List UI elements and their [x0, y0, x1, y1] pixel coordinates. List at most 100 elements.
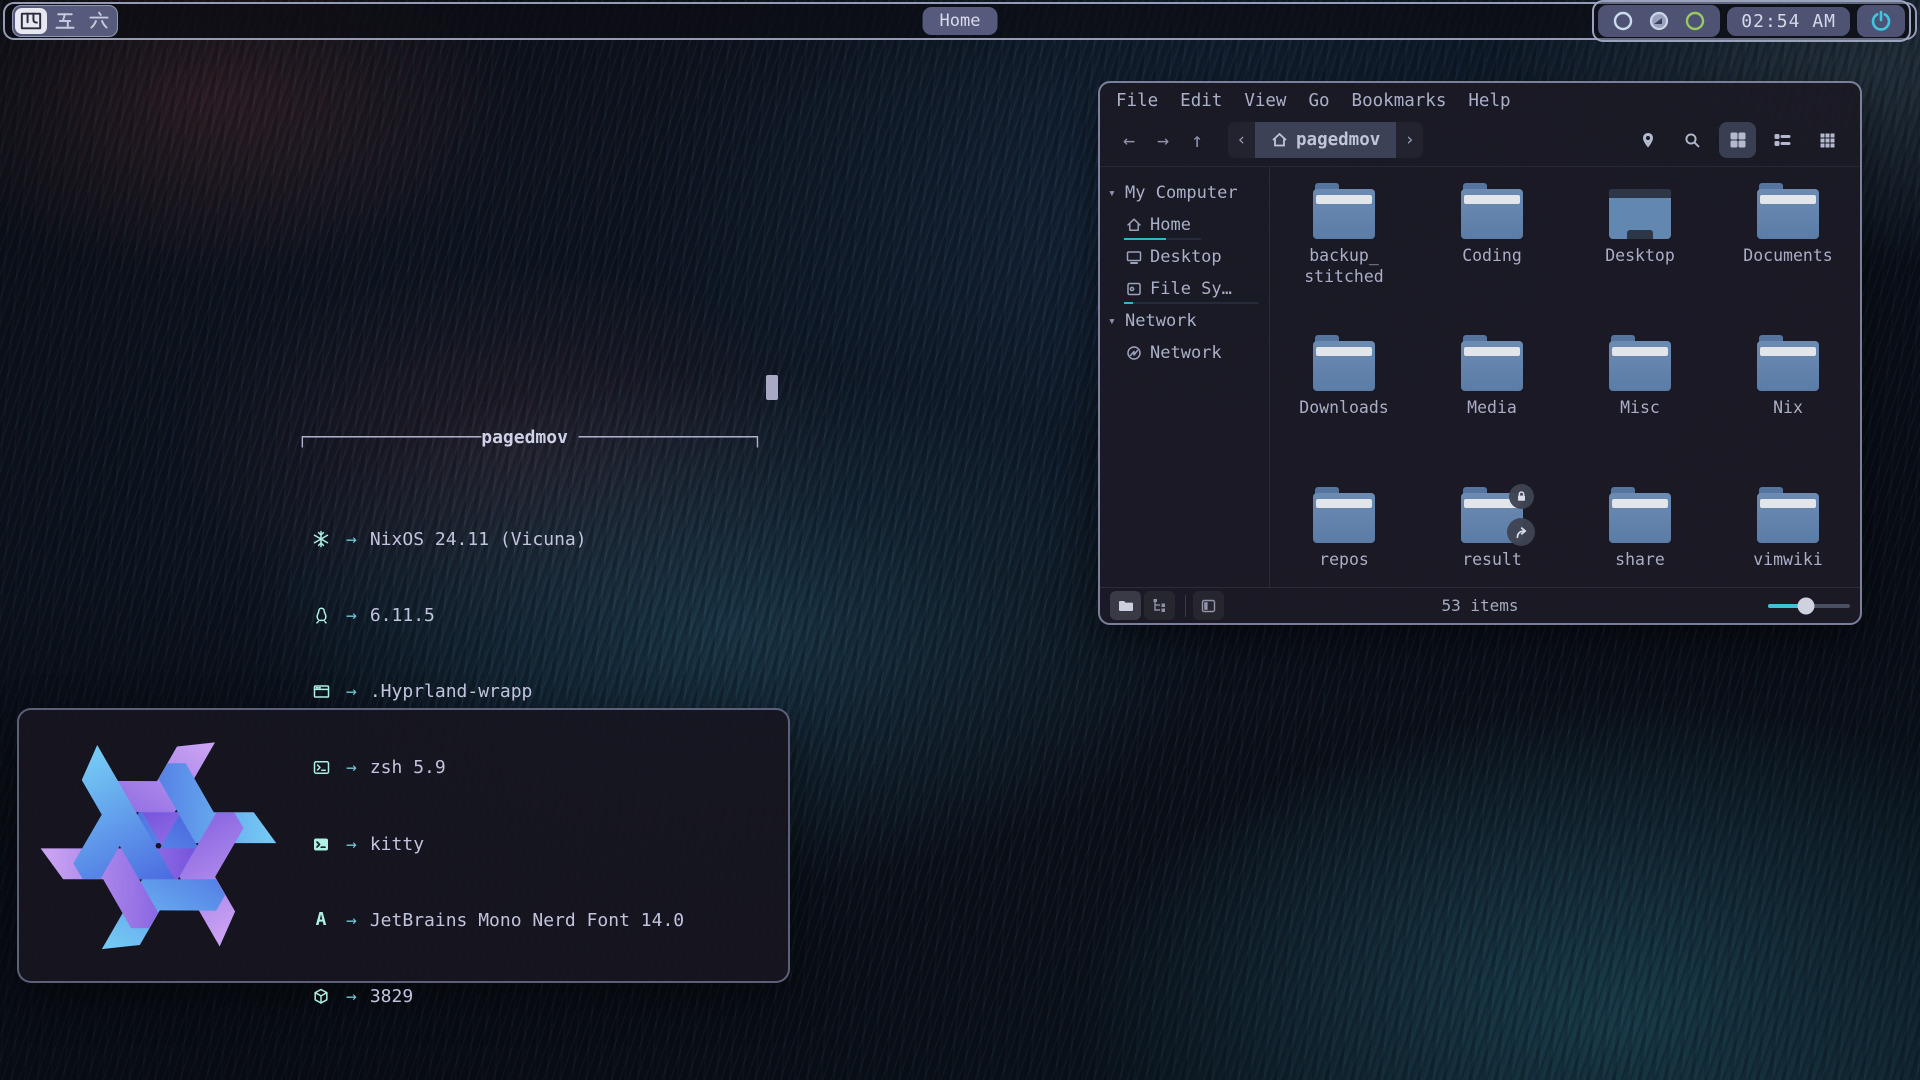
file-item[interactable]: Media — [1418, 341, 1566, 493]
file-item[interactable]: vimwiki — [1714, 493, 1860, 587]
package-icon — [309, 988, 333, 1005]
file-name: vimwiki — [1753, 550, 1823, 571]
fetch-value: zsh 5.9 — [370, 755, 446, 780]
cjk-five-glyph-icon — [54, 11, 76, 31]
dnd-half-circle-icon[interactable] — [1648, 10, 1670, 32]
file-name: repos — [1319, 550, 1369, 571]
window-icon — [309, 684, 333, 699]
list-view-icon[interactable] — [1764, 122, 1801, 158]
workspace-4[interactable] — [15, 8, 47, 34]
sidebar-item-file-system[interactable]: File Sy… — [1100, 273, 1269, 305]
file-item[interactable]: Desktop — [1566, 189, 1714, 341]
breadcrumb-prev-icon[interactable]: ‹ — [1228, 122, 1255, 158]
menu-go[interactable]: Go — [1308, 91, 1329, 111]
file-name: Misc — [1620, 398, 1660, 419]
slider-knob[interactable] — [1797, 597, 1814, 614]
sidebar-section-my-computer[interactable]: ▾ My Computer — [1100, 177, 1269, 209]
grid-view-icon[interactable] — [1719, 122, 1756, 158]
file-item[interactable]: backup_​stitched — [1270, 189, 1418, 341]
menu-help[interactable]: Help — [1468, 91, 1510, 111]
file-item[interactable]: share — [1566, 493, 1714, 587]
desktop-icon — [1126, 249, 1143, 265]
circle-outline-green-icon[interactable] — [1684, 10, 1706, 32]
folder-icon — [1757, 189, 1819, 239]
fetch-box-top: ┌────────────────pagedmov ──────────────… — [297, 425, 778, 450]
fetch-line-wm: → .Hyprland-wrapp — [297, 679, 778, 704]
power-icon — [1869, 9, 1893, 33]
terminal-filled-icon — [309, 837, 333, 852]
tree-view-icon[interactable] — [1144, 591, 1175, 620]
folder-icon — [1313, 493, 1375, 543]
menu-bookmarks[interactable]: Bookmarks — [1352, 91, 1447, 111]
fetch-line-terminal: → kitty — [297, 832, 778, 857]
menu-edit[interactable]: Edit — [1180, 91, 1222, 111]
sidebar-item-home[interactable]: Home — [1100, 209, 1269, 241]
file-name: Documents — [1743, 246, 1832, 267]
file-item[interactable]: Downloads — [1270, 341, 1418, 493]
search-icon[interactable] — [1674, 122, 1711, 158]
back-icon[interactable]: ← — [1112, 128, 1146, 152]
file-item[interactable]: repos — [1270, 493, 1418, 587]
workspace-switcher — [12, 5, 118, 37]
file-item[interactable]: Misc — [1566, 341, 1714, 493]
sidebar-item-desktop[interactable]: Desktop — [1100, 241, 1269, 273]
breadcrumb-next-icon[interactable]: › — [1396, 122, 1423, 158]
folder-icon — [1609, 493, 1671, 543]
cjk-six-glyph-icon — [88, 11, 110, 31]
system-tray — [1598, 5, 1720, 37]
file-name: share — [1615, 550, 1665, 571]
fetch-value: JetBrains Mono Nerd Font 14.0 — [370, 908, 684, 933]
menu-file[interactable]: File — [1116, 91, 1158, 111]
arrow-icon: → — [346, 679, 357, 704]
file-name: backup_​stitched — [1296, 246, 1392, 287]
terminal-window[interactable]: ┌────────────────pagedmov ──────────────… — [17, 708, 790, 983]
home-icon — [1271, 132, 1288, 148]
desktop-screen-icon — [1609, 189, 1671, 239]
fetch-value: .Hyprland-wrapp — [370, 679, 533, 704]
folder-grid: backup_​stitched Coding Desktop Document… — [1270, 167, 1860, 587]
file-item[interactable]: result — [1418, 493, 1566, 587]
file-item[interactable]: Coding — [1418, 189, 1566, 341]
sidebar-item-network[interactable]: Network — [1100, 337, 1269, 369]
circle-outline-icon[interactable] — [1612, 10, 1634, 32]
cjk-four-glyph-icon — [20, 11, 42, 31]
sidebar: ▾ My Computer Home Desktop Fil — [1100, 167, 1270, 587]
active-window-title: Home — [923, 7, 998, 35]
symlink-arrow-icon — [1507, 518, 1535, 546]
arrow-icon: → — [346, 832, 357, 857]
forward-icon[interactable]: → — [1146, 128, 1180, 152]
workspace-6[interactable] — [83, 8, 115, 34]
up-icon[interactable]: ↑ — [1180, 128, 1214, 152]
folder-icon — [1757, 341, 1819, 391]
folder-icon — [1461, 341, 1523, 391]
sidebar-item-label: File Sy… — [1150, 279, 1232, 299]
workspace-5[interactable] — [49, 8, 81, 34]
location-pin-icon[interactable] — [1629, 122, 1666, 158]
file-item[interactable]: Nix — [1714, 341, 1860, 493]
file-name: result — [1462, 550, 1522, 571]
drive-icon — [1126, 281, 1143, 297]
fetch-line-kernel: → 6.11.5 — [297, 603, 778, 628]
icon-zoom-slider[interactable] — [1768, 598, 1850, 614]
status-bar: 53 items — [1100, 587, 1860, 623]
sidebar-section-network[interactable]: ▾ Network — [1100, 305, 1269, 337]
arrow-icon: → — [346, 527, 357, 552]
side-panel-icon[interactable] — [1193, 591, 1224, 620]
power-button[interactable] — [1857, 5, 1905, 37]
fetch-line-os: → NixOS 24.11 (Vicuna) — [297, 527, 778, 552]
folder-icon — [1461, 189, 1523, 239]
linux-penguin-icon — [309, 607, 333, 624]
folder-view-icon[interactable] — [1110, 591, 1141, 620]
chevron-down-icon: ▾ — [1108, 186, 1118, 201]
compact-view-icon[interactable] — [1809, 122, 1846, 158]
terminal-cursor — [766, 375, 778, 400]
selection-underline — [1124, 302, 1259, 304]
fetch-line-packages: → 3829 — [297, 984, 778, 1009]
breadcrumb-current[interactable]: pagedmov — [1255, 122, 1396, 158]
folder-icon — [1313, 189, 1375, 239]
home-icon — [1126, 217, 1143, 233]
breadcrumb-location: pagedmov — [1296, 130, 1380, 150]
menu-view[interactable]: View — [1244, 91, 1286, 111]
file-item[interactable]: Documents — [1714, 189, 1860, 341]
sidebar-item-label: Home — [1150, 215, 1191, 235]
